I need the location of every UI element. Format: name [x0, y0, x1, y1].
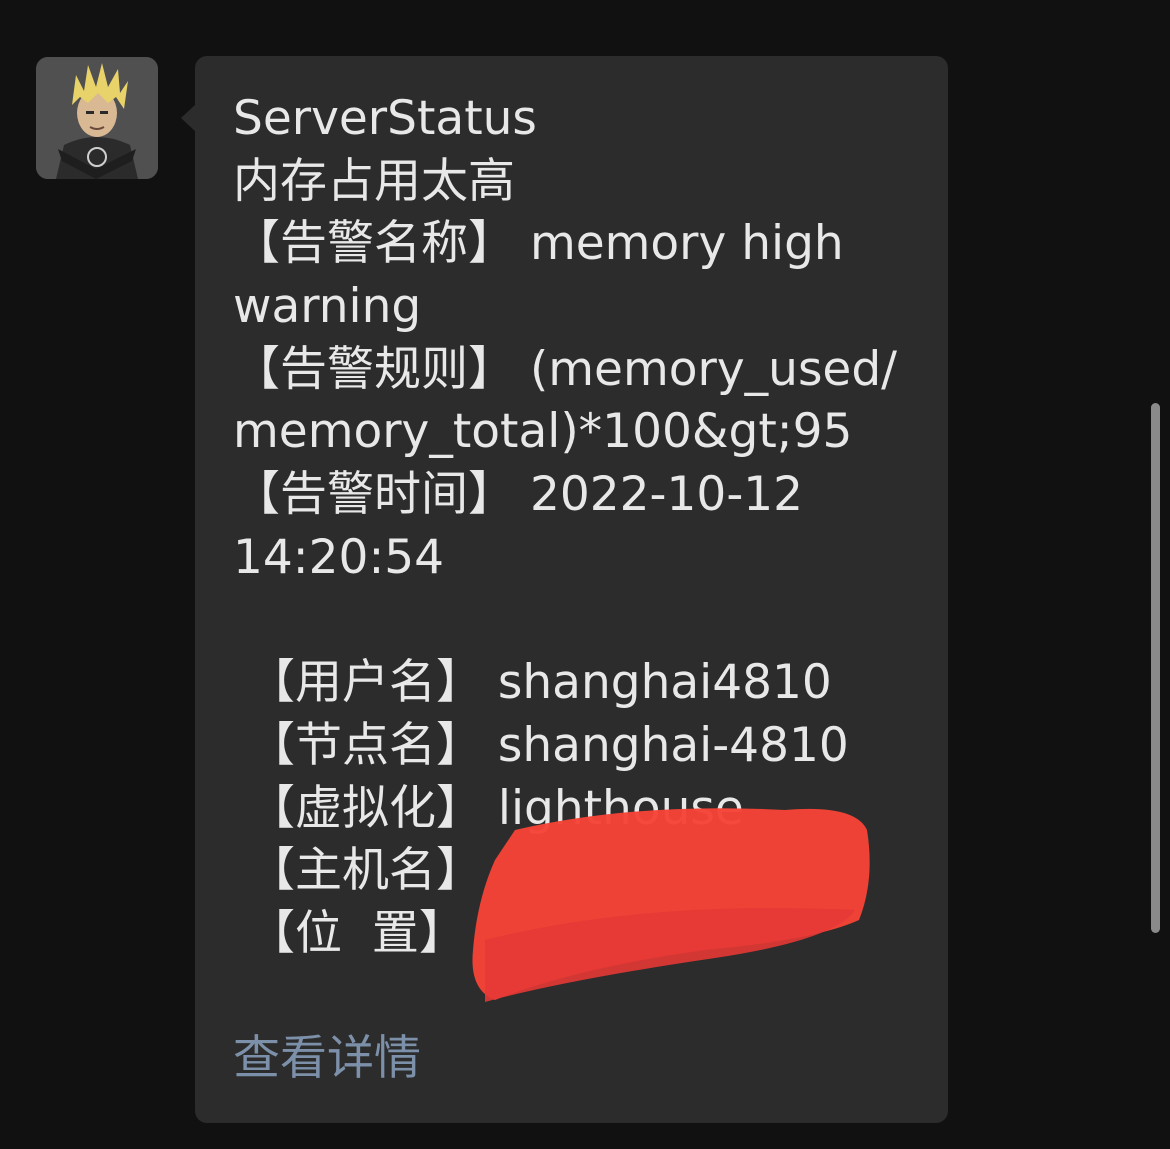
message-text: ServerStatus 内存占用太高 【告警名称】 memory high w…: [233, 88, 923, 966]
scrollbar[interactable]: [1151, 403, 1160, 933]
alert-time-cont: 14:20:54: [233, 529, 445, 585]
sender-name: ServerStatus: [233, 91, 537, 146]
node-line: 【节点名】 shanghai-4810: [233, 717, 849, 773]
view-details-link[interactable]: 查看详情: [233, 1028, 421, 1090]
avatar-image: [36, 57, 158, 179]
alert-rule-line: 【告警规则】 (memory_used/: [233, 341, 898, 397]
virt-line: 【虚拟化】 lighthouse: [233, 780, 744, 836]
location-line: 【位 置】: [233, 905, 466, 961]
hostname-line: 【主机名】: [233, 843, 483, 899]
alert-name-cont: warning: [233, 279, 422, 335]
alert-summary: 内存占用太高: [233, 153, 515, 209]
username-line: 【用户名】 shanghai4810: [233, 655, 832, 711]
alert-rule-cont: memory_total)*100&gt;95: [233, 404, 853, 460]
alert-time-line: 【告警时间】 2022-10-12: [233, 467, 804, 523]
sender-avatar[interactable]: [36, 57, 158, 179]
bubble-tail: [181, 104, 196, 132]
alert-name-line: 【告警名称】 memory high: [233, 216, 844, 272]
